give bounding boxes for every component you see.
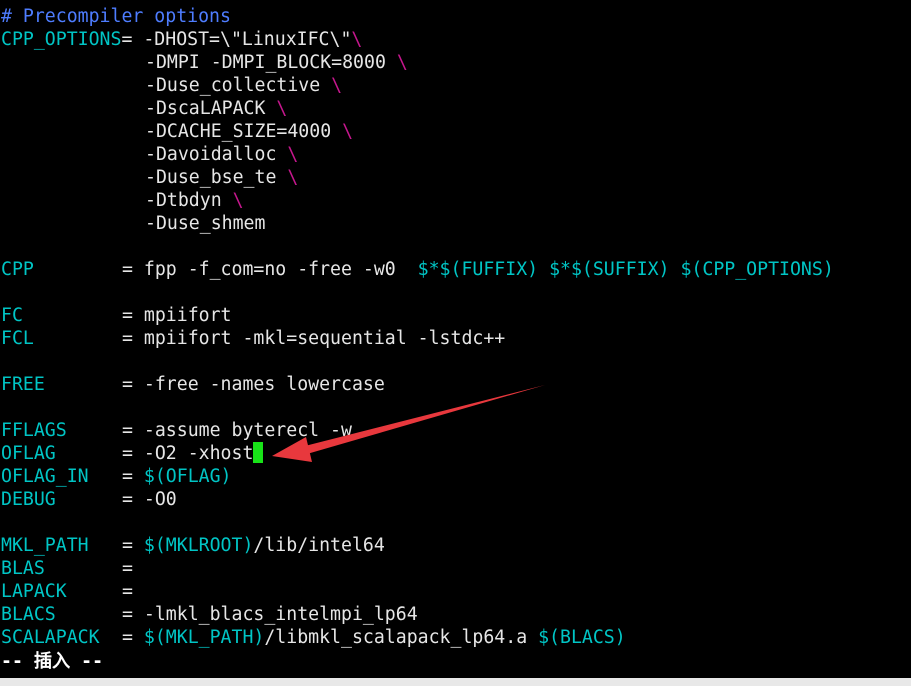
arrow-shaft [297,385,545,456]
arrow-head [272,437,312,462]
terminal-editor[interactable]: # Precompiler options CPP_OPTIONS= -DHOS… [0,0,911,686]
annotation-arrow-icon [272,385,545,462]
